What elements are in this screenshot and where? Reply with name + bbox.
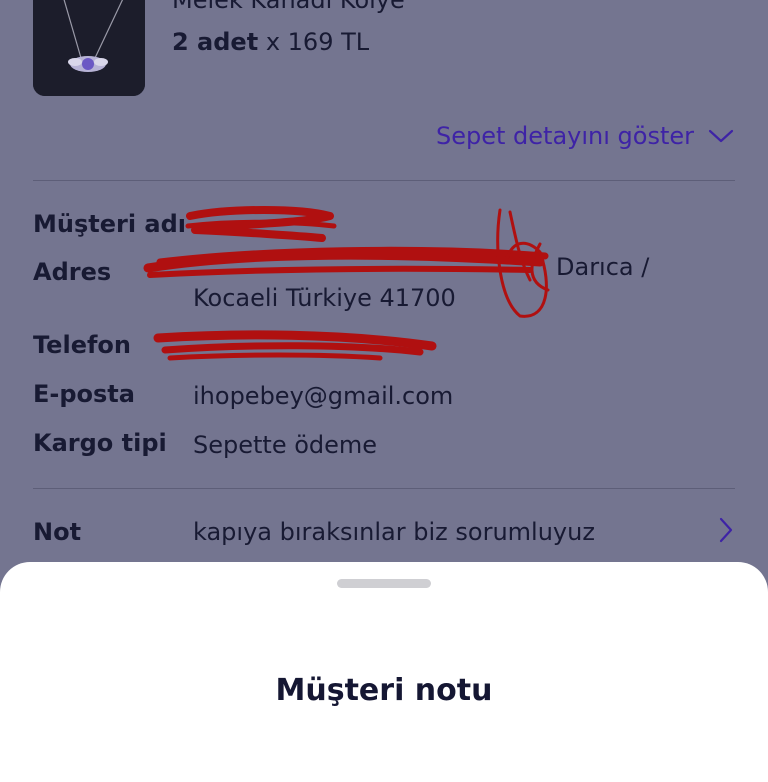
show-cart-details-link[interactable]: Sepet detayını göster — [436, 122, 734, 150]
order-detail-page: Melek Kanadı Kolye 2 adet x 169 TL Sepet… — [0, 0, 768, 782]
show-cart-details-label: Sepet detayını göster — [436, 122, 694, 150]
shipping-type-label: Kargo tipi — [33, 429, 167, 457]
address-line-2: Kocaeli Türkiye 41700 — [193, 284, 456, 312]
email-label: E-posta — [33, 380, 135, 408]
product-thumbnail — [33, 0, 145, 96]
customer-name-label: Müşteri adı — [33, 210, 187, 238]
customer-note-sheet: Müşteri notu — [0, 562, 768, 782]
divider — [33, 488, 735, 489]
product-name: Melek Kanadı Kolye — [172, 0, 405, 14]
phone-label: Telefon — [33, 331, 131, 359]
address-label: Adres — [33, 258, 112, 286]
note-value[interactable]: kapıya bıraksınlar biz sorumluyuz — [193, 518, 595, 546]
product-price: x 169 TL — [265, 28, 370, 56]
product-quantity-price: 2 adet x 169 TL — [172, 28, 369, 56]
email-value: ihopebey@gmail.com — [193, 382, 454, 410]
chevron-down-icon — [708, 129, 734, 143]
divider — [33, 180, 735, 181]
shipping-type-value: Sepette ödeme — [193, 431, 378, 459]
address-visible-part: Darıca / — [556, 253, 650, 281]
chevron-right-icon[interactable] — [718, 517, 734, 543]
product-quantity: 2 adet — [172, 28, 259, 56]
note-label: Not — [33, 518, 82, 546]
sheet-drag-handle[interactable] — [337, 579, 431, 588]
sheet-title: Müşteri notu — [275, 673, 493, 708]
